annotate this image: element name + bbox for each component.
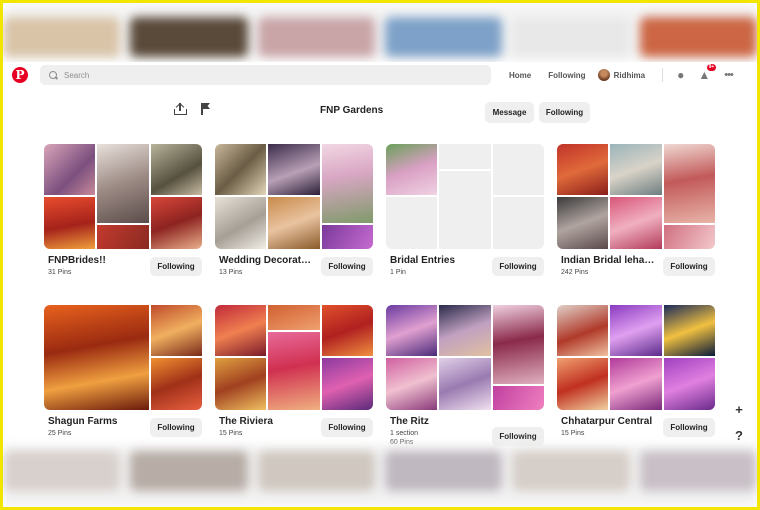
avatar <box>597 69 610 81</box>
board-name: FNPBrides!! <box>48 255 106 266</box>
board-name: Indian Bridal leha… <box>561 255 655 266</box>
header-divider <box>662 68 664 82</box>
board-name: Chhatarpur Central <box>561 416 653 427</box>
profile-name: Ridhima <box>613 70 646 80</box>
board-card[interactable]: Bridal Entries 1 Pin Following <box>386 144 544 276</box>
board-cover <box>44 305 202 410</box>
notification-badge: 9+ <box>706 64 717 71</box>
board-following-button[interactable]: Following <box>321 418 373 437</box>
add-button[interactable]: + <box>726 401 752 419</box>
board-pin-count: 15 Pins <box>561 430 585 437</box>
search-icon <box>49 70 58 80</box>
board-pin-count: 31 Pins <box>48 269 72 276</box>
nav-home[interactable]: Home <box>509 71 531 80</box>
help-button[interactable]: ? <box>726 427 752 445</box>
board-pin-count: 15 Pins <box>219 430 243 437</box>
chat-icon[interactable]: ● <box>677 69 684 81</box>
blurred-background-top <box>3 3 757 61</box>
board-cover <box>557 144 715 249</box>
board-name: Shagun Farms <box>48 416 118 427</box>
board-card[interactable]: Wedding Decorat… 13 Pins Following <box>215 144 373 276</box>
top-nav-bar: P Home Following Ridhima ● ▲9+ ••• <box>3 62 757 88</box>
board-cover <box>557 305 715 410</box>
board-header: FNP Gardens Message Following <box>160 101 600 125</box>
following-button[interactable]: Following <box>539 102 590 123</box>
board-card[interactable]: FNPBrides!! 31 Pins Following <box>44 144 202 276</box>
board-cover <box>44 144 202 249</box>
board-cover <box>215 144 373 249</box>
board-following-button[interactable]: Following <box>150 257 202 276</box>
search-input[interactable] <box>64 70 444 80</box>
flag-icon[interactable] <box>201 103 211 115</box>
board-following-button[interactable]: Following <box>321 257 373 276</box>
board-name: Bridal Entries <box>390 255 456 266</box>
bell-icon[interactable]: ▲ 9+ <box>698 64 717 81</box>
board-name: The Ritz <box>390 416 429 427</box>
board-pin-count: 1 Pin <box>390 269 406 276</box>
board-card[interactable]: Chhatarpur Central 15 Pins Following <box>557 305 715 437</box>
board-following-button[interactable]: Following <box>492 427 544 446</box>
board-cover <box>386 144 544 249</box>
message-button[interactable]: Message <box>485 102 534 123</box>
board-following-button[interactable]: Following <box>150 418 202 437</box>
board-section-count: 1 section <box>390 430 419 437</box>
board-pin-count: 13 Pins <box>219 269 243 276</box>
upload-icon[interactable] <box>173 102 187 116</box>
board-pin-count: 242 Pins <box>561 269 589 276</box>
blurred-background-bottom <box>3 445 757 507</box>
board-card[interactable]: Indian Bridal leha… 242 Pins Following <box>557 144 715 276</box>
search-bar[interactable] <box>40 65 491 85</box>
board-pin-count: 25 Pins <box>48 430 72 437</box>
pinterest-logo-icon[interactable]: P <box>12 67 28 83</box>
board-cover <box>386 305 544 410</box>
board-following-button[interactable]: Following <box>492 257 544 276</box>
board-following-button[interactable]: Following <box>663 257 715 276</box>
board-name: Wedding Decorat… <box>219 255 312 266</box>
page-title: FNP Gardens <box>320 105 384 116</box>
board-card[interactable]: The Riviera 15 Pins Following <box>215 305 373 437</box>
board-cover <box>215 305 373 410</box>
more-icon[interactable]: ••• <box>724 69 734 81</box>
nav-following[interactable]: Following <box>548 71 585 80</box>
board-card[interactable]: The Ritz 1 section 60 Pins Following <box>386 305 544 446</box>
board-name: The Riviera <box>219 416 273 427</box>
profile-link[interactable]: Ridhima <box>597 69 646 81</box>
board-following-button[interactable]: Following <box>663 418 715 437</box>
board-card[interactable]: Shagun Farms 25 Pins Following <box>44 305 202 437</box>
